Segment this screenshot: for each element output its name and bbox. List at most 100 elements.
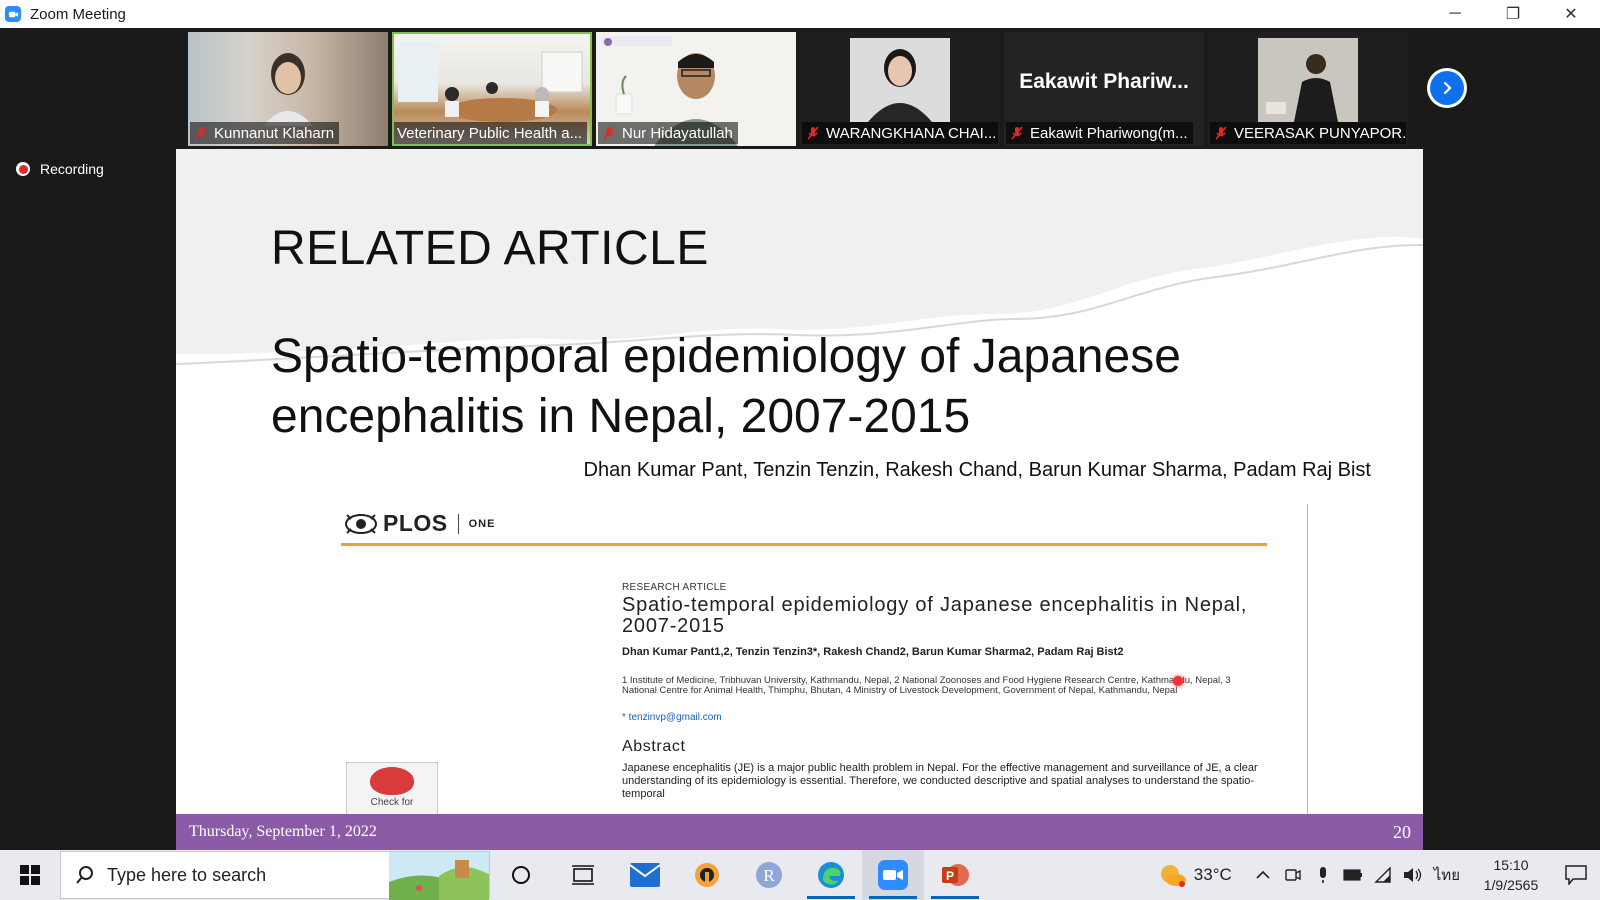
participant-strip: Kunnanut Klaharn Veterinary Public Healt… — [188, 32, 1408, 146]
slide-authors: Dhan Kumar Pant, Tenzin Tenzin, Rakesh C… — [583, 459, 1371, 481]
close-button[interactable]: ✕ — [1542, 0, 1600, 28]
participant-name: Kunnanut Klaharn — [190, 122, 340, 144]
article-affiliations: 1 Institute of Medicine, Tribhuvan Unive… — [622, 675, 1231, 696]
slide-date: Thursday, September 1, 2022 — [189, 823, 377, 840]
chevron-up-icon — [1256, 870, 1270, 879]
restore-button[interactable]: ❐ — [1484, 0, 1542, 28]
person-silhouette — [263, 53, 313, 126]
zoom-button[interactable] — [862, 850, 924, 900]
mic-off-icon — [603, 126, 615, 140]
app-button[interactable] — [676, 850, 738, 900]
participant-video[interactable]: Nur Hidayatullah — [596, 32, 796, 146]
participant-video-off[interactable]: Eakawit Phariw... Eakawit Phariwong(m... — [1004, 32, 1204, 146]
search-placeholder: Type here to search — [107, 864, 267, 885]
mic-off-icon — [1011, 126, 1023, 140]
abstract-text: Japanese encephalitis (JE) is a major pu… — [622, 762, 1258, 800]
taskbar: Type here to search R P 33°C ไทย 15:10 1… — [0, 850, 1600, 900]
powerpoint-button[interactable]: P — [924, 850, 986, 900]
windows-logo-icon — [20, 865, 40, 885]
weather-temp: 33°C — [1193, 865, 1232, 884]
article-authors: Dhan Kumar Pant1,2, Tenzin Tenzin3*, Rak… — [622, 646, 1124, 658]
show-hidden-icons-button[interactable] — [1248, 850, 1278, 900]
plos-emblem-icon — [345, 513, 377, 534]
meet-now-button[interactable] — [1278, 850, 1308, 900]
slide-number: 20 — [1393, 822, 1411, 842]
slide-title: Spatio-temporal epidemiology of Japanese… — [271, 330, 1181, 443]
person-silhouette — [850, 38, 950, 122]
minimize-button[interactable]: ─ — [1426, 0, 1484, 28]
mic-off-icon — [807, 126, 819, 140]
article-email: * tenzinvp@gmail.com — [622, 712, 722, 723]
participant-video-active-speaker[interactable]: Veterinary Public Health a... — [392, 32, 592, 146]
recording-indicator[interactable]: Recording — [16, 161, 104, 177]
notification-icon — [1565, 865, 1587, 885]
taskbar-search-box[interactable]: Type here to search — [60, 851, 490, 900]
battery-button[interactable] — [1338, 850, 1368, 900]
svg-text:P: P — [946, 869, 954, 883]
clock-date: 1/9/2565 — [1483, 877, 1539, 893]
start-button[interactable] — [0, 850, 60, 900]
system-tray: 33°C ไทย 15:10 1/9/2565 — [1158, 850, 1600, 900]
participant-display-name: Eakawit Phariw... — [1019, 70, 1189, 93]
volume-button[interactable] — [1398, 850, 1428, 900]
header-rule — [341, 543, 1267, 546]
article-title: Spatio-temporal epidemiology of Japanese… — [622, 594, 1248, 637]
speaker-icon — [1403, 868, 1421, 882]
search-highlight-illustration — [389, 852, 489, 900]
mail-app-button[interactable] — [614, 850, 676, 900]
article-type: RESEARCH ARTICLE — [622, 582, 727, 593]
network-button[interactable] — [1368, 850, 1398, 900]
notification-center-button[interactable] — [1552, 850, 1600, 900]
participant-video[interactable]: VEERASAK PUNYAPOR... — [1208, 32, 1408, 146]
search-icon — [76, 866, 93, 884]
zoom-icon — [878, 860, 908, 890]
weather-sun-cloud-icon — [1160, 865, 1186, 887]
mic-off-icon — [1215, 126, 1227, 140]
headset-app-icon — [695, 863, 719, 887]
slide-heading: RELATED ARTICLE — [271, 222, 709, 275]
shared-screen-slide: RELATED ARTICLE Spatio-temporal epidemio… — [176, 149, 1423, 850]
cortana-icon — [512, 866, 530, 884]
cortana-button[interactable] — [490, 850, 552, 900]
participant-name: Eakawit Phariwong(m... — [1006, 122, 1193, 144]
r-app-icon: R — [756, 862, 782, 888]
participant-name: WARANGKHANA CHAI... — [802, 122, 998, 144]
clock-time: 15:10 — [1493, 857, 1529, 873]
abstract-heading: Abstract — [622, 738, 686, 755]
task-view-button[interactable] — [552, 850, 614, 900]
edge-button[interactable] — [800, 850, 862, 900]
svg-text:R: R — [763, 866, 775, 885]
weather-widget[interactable]: 33°C — [1158, 862, 1232, 888]
title-bar: Zoom Meeting ─ ❐ ✕ — [0, 0, 1600, 28]
recording-label: Recording — [40, 161, 104, 177]
page-edge — [1307, 504, 1308, 814]
participant-video[interactable]: WARANGKHANA CHAI... — [800, 32, 1000, 146]
r-app-button[interactable]: R — [738, 850, 800, 900]
taskbar-clock[interactable]: 15:10 1/9/2565 — [1470, 855, 1552, 895]
task-view-icon — [572, 865, 594, 885]
participant-video[interactable]: Kunnanut Klaharn — [188, 32, 388, 146]
microphone-button[interactable] — [1308, 850, 1338, 900]
input-language[interactable]: ไทย — [1434, 863, 1460, 887]
meet-now-icon — [1285, 869, 1301, 881]
bookmark-icon — [370, 767, 414, 795]
edge-icon — [818, 862, 844, 888]
next-participants-button[interactable] — [1427, 68, 1467, 108]
person-silhouette — [1258, 38, 1358, 122]
window-title: Zoom Meeting — [30, 5, 126, 23]
participant-name: VEERASAK PUNYAPOR... — [1210, 122, 1406, 144]
slide-footer: Thursday, September 1, 2022 20 — [176, 814, 1423, 850]
check-for-updates-badge: Check for — [346, 762, 438, 822]
laser-pointer — [1173, 676, 1183, 686]
mail-icon — [630, 863, 660, 887]
meeting-area: Kunnanut Klaharn Veterinary Public Healt… — [0, 28, 1600, 850]
participant-name: Veterinary Public Health a... — [394, 122, 588, 144]
mic-off-icon — [195, 126, 207, 140]
battery-icon — [1343, 869, 1362, 881]
microphone-icon — [1319, 867, 1326, 883]
article-screenshot: PLOS ONE RESEARCH ARTICLE Spatio-tempora… — [341, 504, 1333, 822]
plos-logo: PLOS ONE — [343, 510, 495, 537]
recording-dot-icon — [16, 162, 30, 176]
wifi-icon — [1374, 867, 1391, 883]
chevron-right-icon — [1443, 81, 1452, 95]
